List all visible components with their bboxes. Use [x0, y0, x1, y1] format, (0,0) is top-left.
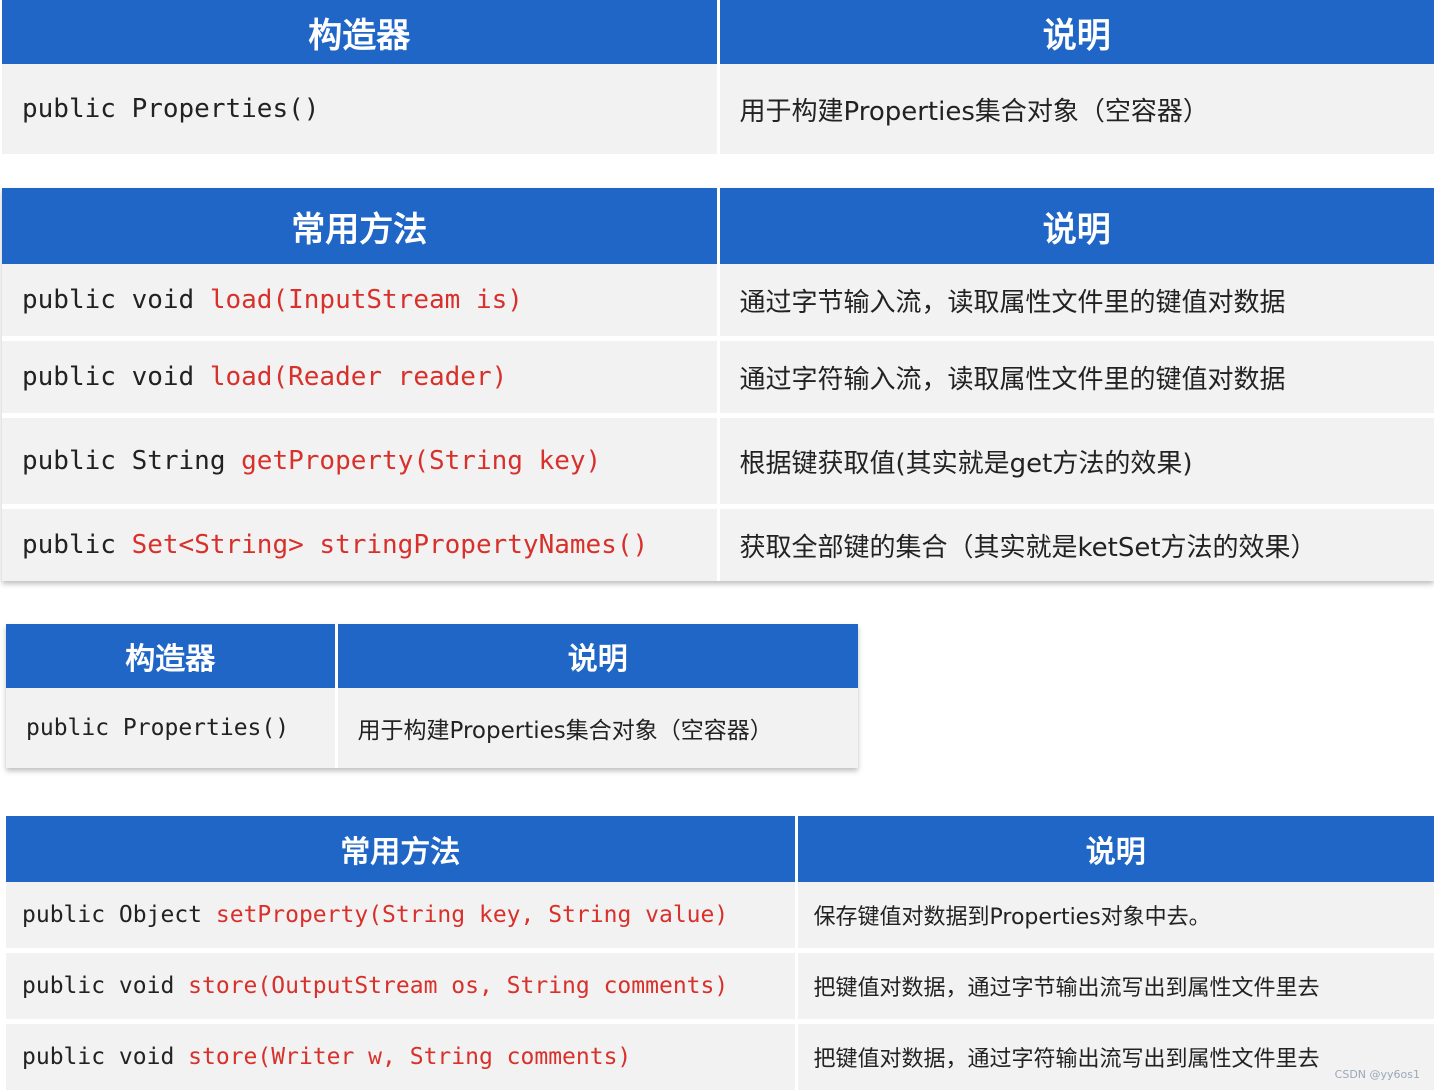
watermark: CSDN @yy6os1 [1335, 1068, 1420, 1081]
constructor-table-2: 构造器 说明 public Properties() 用于构建Propertie… [6, 624, 858, 768]
header-description: 说明 [336, 624, 858, 688]
header-methods: 常用方法 [2, 188, 718, 264]
method-description: 通过字节输入流，读取属性文件里的键值对数据 [718, 264, 1434, 339]
header-description: 说明 [796, 816, 1434, 882]
header-description: 说明 [718, 0, 1434, 64]
constructor-signature: public Properties() [6, 688, 336, 768]
header-description: 说明 [718, 188, 1434, 264]
header-constructor: 构造器 [2, 0, 718, 64]
method-prefix: public String [22, 446, 241, 476]
table-row: public String getProperty(String key) 根据… [2, 416, 1434, 507]
table-header-row: 常用方法 说明 [6, 816, 1434, 882]
table-row: public void load(Reader reader) 通过字符输入流，… [2, 339, 1434, 416]
method-signature: public Object setProperty(String key, St… [6, 882, 796, 951]
table-row: public void store(Writer w, String comme… [6, 1022, 1434, 1090]
method-prefix: public [22, 530, 132, 560]
method-prefix: public void [22, 1044, 188, 1070]
method-name: setProperty(String key, String value) [216, 902, 728, 928]
method-name: load(InputStream is) [210, 285, 523, 315]
method-name: store(OutputStream os, String comments) [188, 973, 728, 999]
table-row: public Object setProperty(String key, St… [6, 882, 1434, 951]
method-name: store(Writer w, String comments) [188, 1044, 631, 1070]
method-prefix: public void [22, 285, 210, 315]
method-signature: public void load(InputStream is) [2, 264, 718, 339]
method-signature: public String getProperty(String key) [2, 416, 718, 507]
table-header-row: 构造器 说明 [6, 624, 858, 688]
table-row: public Set<String> stringPropertyNames()… [2, 507, 1434, 582]
method-description: 通过字符输入流，读取属性文件里的键值对数据 [718, 339, 1434, 416]
method-description: 把键值对数据，通过字节输出流写出到属性文件里去 [796, 951, 1434, 1022]
constructor-signature: public Properties() [2, 64, 718, 154]
methods-table-1: 常用方法 说明 public void load(InputStream is)… [2, 188, 1434, 581]
table-row: public void store(OutputStream os, Strin… [6, 951, 1434, 1022]
methods-table-2: 常用方法 说明 public Object setProperty(String… [6, 816, 1434, 1090]
table-row: public Properties() 用于构建Properties集合对象（空… [6, 688, 858, 768]
method-name: getProperty(String key) [241, 446, 601, 476]
method-prefix: public Object [22, 902, 216, 928]
method-signature: public void store(OutputStream os, Strin… [6, 951, 796, 1022]
method-prefix: public void [22, 973, 188, 999]
method-signature: public void load(Reader reader) [2, 339, 718, 416]
constructor-description: 用于构建Properties集合对象（空容器） [336, 688, 858, 768]
method-name: load(Reader reader) [210, 362, 507, 392]
method-description: 根据键获取值(其实就是get方法的效果) [718, 416, 1434, 507]
constructor-description: 用于构建Properties集合对象（空容器） [718, 64, 1434, 154]
header-constructor: 构造器 [6, 624, 336, 688]
table-header-row: 常用方法 说明 [2, 188, 1434, 264]
constructor-table-1: 构造器 说明 public Properties() 用于构建Propertie… [2, 0, 1434, 154]
method-name: Set<String> stringPropertyNames() [132, 530, 649, 560]
table-header-row: 构造器 说明 [2, 0, 1434, 64]
header-methods: 常用方法 [6, 816, 796, 882]
table-row: public Properties() 用于构建Properties集合对象（空… [2, 64, 1434, 154]
method-description: 获取全部键的集合（其实就是ketSet方法的效果） [718, 507, 1434, 582]
table-row: public void load(InputStream is) 通过字节输入流… [2, 264, 1434, 339]
method-description: 保存键值对数据到Properties对象中去。 [796, 882, 1434, 951]
method-signature: public Set<String> stringPropertyNames() [2, 507, 718, 582]
method-prefix: public void [22, 362, 210, 392]
method-signature: public void store(Writer w, String comme… [6, 1022, 796, 1090]
